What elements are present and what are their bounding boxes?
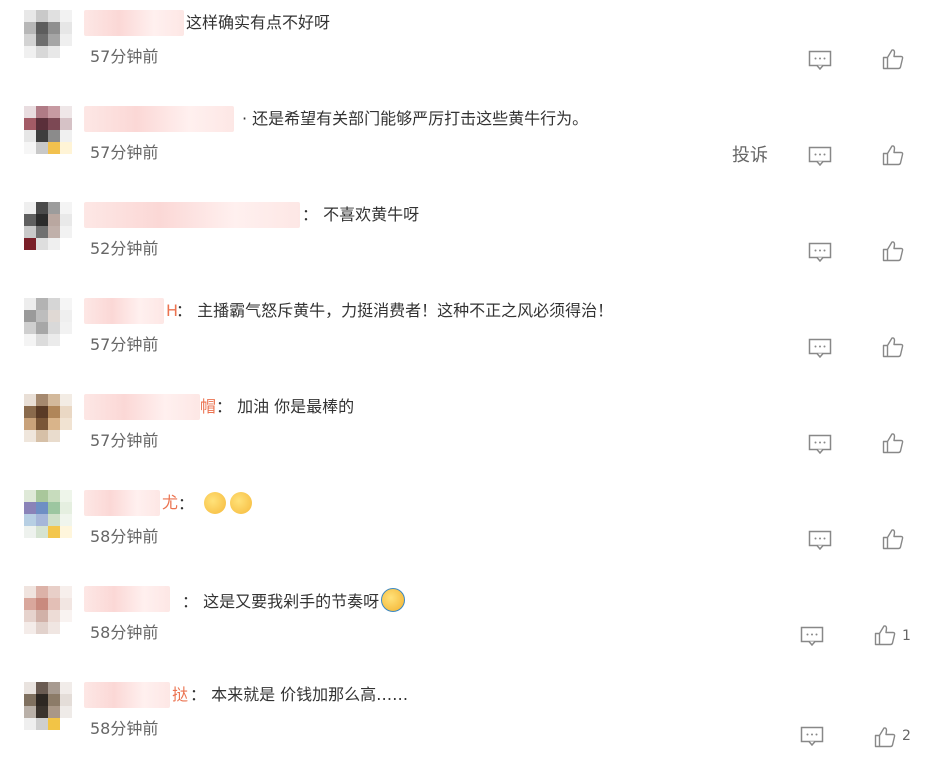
comment-item: 这样确实有点不好呀 57分钟前: [0, 0, 928, 96]
username-link[interactable]: [84, 490, 160, 516]
comment-icon[interactable]: [808, 434, 832, 454]
username-suffix[interactable]: 帽: [200, 396, 216, 418]
report-button[interactable]: 投诉: [732, 146, 768, 166]
username-link[interactable]: [84, 10, 184, 36]
comment-item: 帽 ： 加油 你是最棒的 57分钟前: [0, 384, 928, 480]
comment-text: ： 主播霸气怒斥黄牛，力挺消费者！这种不正之风必须得治！: [176, 301, 614, 320]
thumbs-up-icon[interactable]: [874, 624, 896, 646]
emoji-icon: [230, 492, 253, 514]
emoji-icon: [381, 588, 406, 612]
emoji-icon: [204, 492, 227, 514]
comment-item: ： 这是又要我剁手的节奏呀 58分钟前 1: [0, 576, 928, 672]
username-suffix[interactable]: 挞: [172, 684, 188, 706]
comment-text: ：: [178, 494, 195, 513]
comment-text: ： 这是又要我剁手的节奏呀: [182, 588, 406, 613]
username-suffix[interactable]: 尤: [162, 492, 178, 514]
avatar[interactable]: [24, 394, 72, 442]
comment-icon[interactable]: [808, 530, 832, 550]
comment-time: 57分钟前: [90, 335, 159, 354]
comment-icon[interactable]: [808, 50, 832, 70]
comment-time: 58分钟前: [90, 527, 159, 546]
comment-time: 52分钟前: [90, 239, 159, 258]
comment-text: ： 本来就是 价钱加那么高……: [190, 685, 409, 704]
username-link[interactable]: [84, 106, 234, 132]
comment-text: ：: [178, 492, 253, 515]
comment-icon[interactable]: [808, 242, 832, 262]
comment-item: ： 不喜欢黄牛呀 52分钟前: [0, 192, 928, 288]
comment-item: H ： 主播霸气怒斥黄牛，力挺消费者！这种不正之风必须得治！ 57分钟前: [0, 288, 928, 384]
comment-icon[interactable]: [808, 146, 832, 166]
comment-time: 58分钟前: [90, 623, 159, 642]
thumbs-up-icon[interactable]: [874, 726, 896, 748]
username-link[interactable]: [84, 394, 200, 420]
comment-time: 57分钟前: [90, 143, 159, 162]
comment-time: 57分钟前: [90, 47, 159, 66]
thumbs-up-icon[interactable]: [882, 48, 904, 70]
thumbs-up-icon[interactable]: [882, 144, 904, 166]
like-count: 1: [902, 628, 911, 644]
avatar[interactable]: [24, 298, 72, 346]
username-link[interactable]: [84, 586, 170, 612]
avatar[interactable]: [24, 202, 72, 250]
username-link[interactable]: [84, 202, 300, 228]
thumbs-up-icon[interactable]: [882, 432, 904, 454]
comment-text: ： 不喜欢黄牛呀: [302, 205, 420, 224]
comment-text: 这样确实有点不好呀: [186, 13, 331, 32]
avatar[interactable]: [24, 682, 72, 730]
thumbs-up-icon[interactable]: [882, 528, 904, 550]
avatar[interactable]: [24, 106, 72, 154]
comment-text: · 还是希望有关部门能够严厉打击这些黄牛行为。: [242, 109, 589, 128]
username-link[interactable]: [84, 682, 170, 708]
username-link[interactable]: [84, 298, 164, 324]
thumbs-up-icon[interactable]: [882, 240, 904, 262]
like-count: 2: [902, 728, 911, 744]
comment-icon[interactable]: [808, 338, 832, 358]
comment-text: ： 这是又要我剁手的节奏呀: [182, 592, 380, 611]
comment-icon[interactable]: [800, 726, 824, 746]
comment-item: · 还是希望有关部门能够严厉打击这些黄牛行为。 57分钟前 投诉: [0, 96, 928, 192]
comment-icon[interactable]: [800, 626, 824, 646]
avatar[interactable]: [24, 10, 72, 58]
comment-text: ： 加油 你是最棒的: [216, 397, 355, 416]
avatar[interactable]: [24, 586, 72, 634]
comment-time: 57分钟前: [90, 431, 159, 450]
thumbs-up-icon[interactable]: [882, 336, 904, 358]
avatar[interactable]: [24, 490, 72, 538]
comment-item: 挞 ： 本来就是 价钱加那么高…… 58分钟前 2: [0, 672, 928, 768]
comment-time: 58分钟前: [90, 719, 159, 738]
comment-item: 尤 ： 58分钟前: [0, 480, 928, 576]
